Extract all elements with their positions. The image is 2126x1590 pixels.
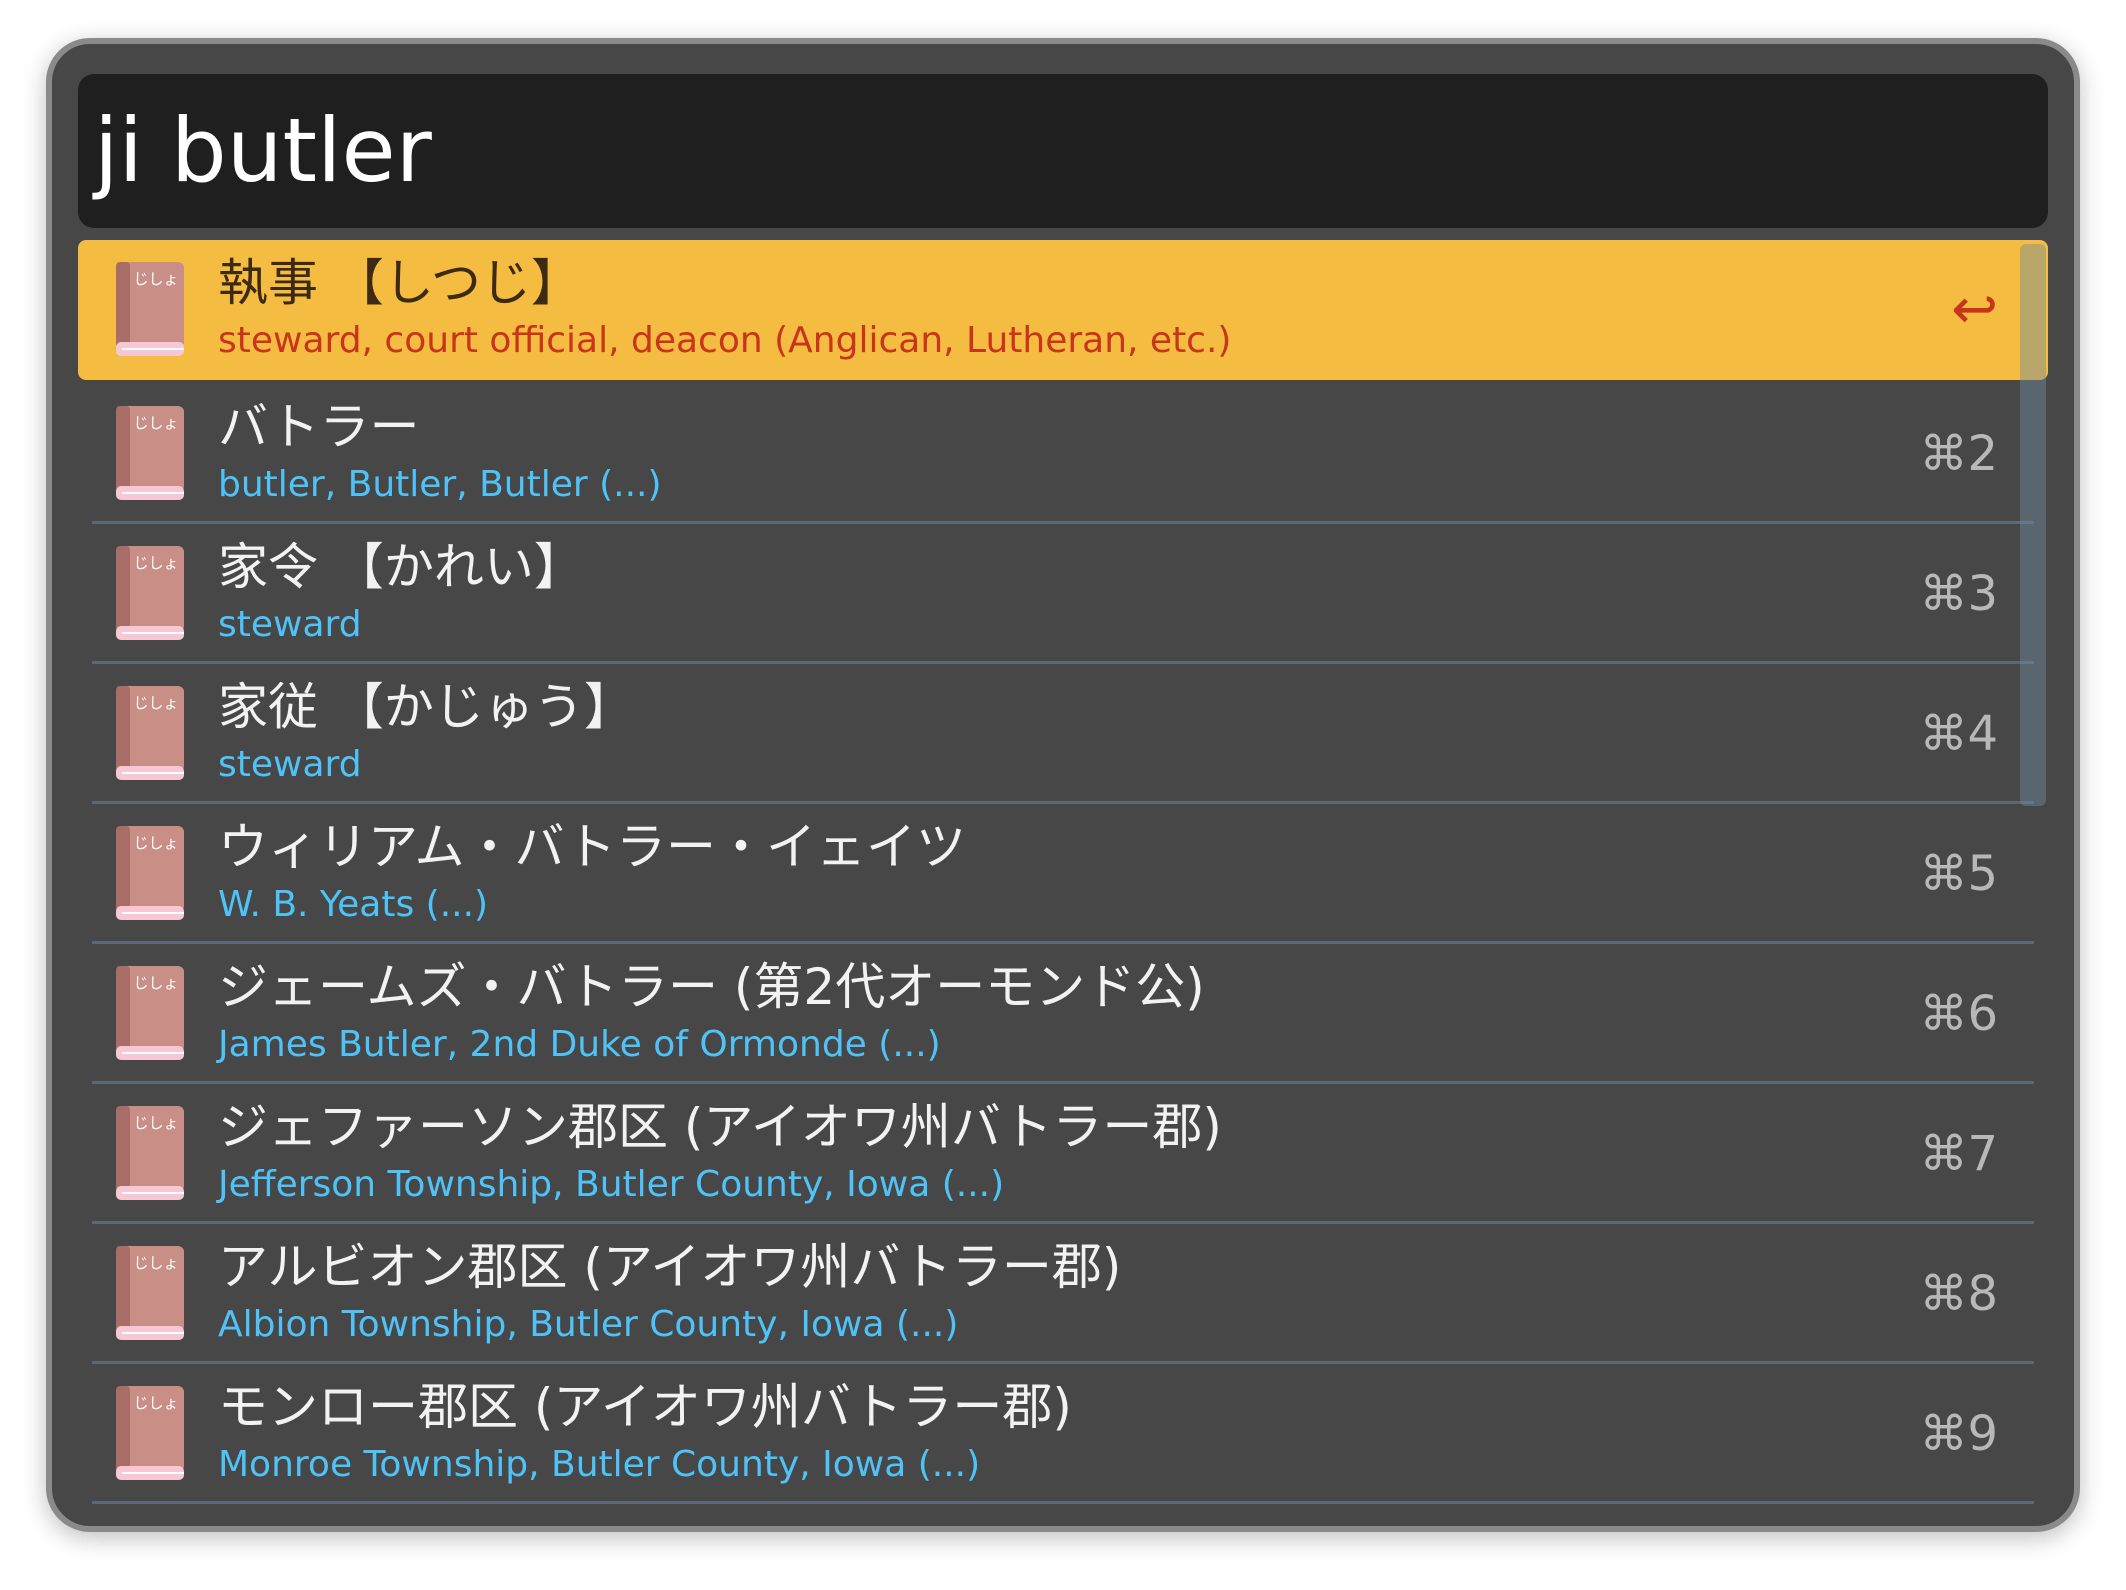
book-label: じしょ [133,270,178,288]
result-title: ジェファーソン郡区 (アイオワ州バトラー郡) [218,1098,1222,1156]
book-label: じしょ [133,1114,178,1132]
result-shortcut: ⌘4 [1919,706,1998,762]
result-shortcut: ⌘3 [1919,566,1998,622]
book-label: じしょ [133,1254,178,1272]
result-shortcut: ⌘2 [1919,426,1998,482]
dictionary-book-icon: じしょ [116,546,184,640]
dictionary-book-icon: じしょ [116,966,184,1060]
result-item-1[interactable]: じしょ 執事 【しつじ】 steward, court official, de… [78,240,2048,380]
result-shortcut: ⌘6 [1919,986,1998,1042]
dictionary-book-icon: じしょ [116,826,184,920]
book-label: じしょ [133,554,178,572]
result-subtitle: Monroe Township, Butler County, Iowa (..… [218,1444,981,1485]
result-shortcut: ⌘5 [1919,846,1998,902]
results-list: じしょ 執事 【しつじ】 steward, court official, de… [78,240,2048,1526]
result-subtitle: Albion Township, Butler County, Iowa (..… [218,1304,959,1345]
result-subtitle: James Butler, 2nd Duke of Ormonde (...) [218,1024,941,1065]
book-label: じしょ [133,694,178,712]
row-divider [92,1501,2034,1504]
result-item-9[interactable]: じしょ モンロー郡区 (アイオワ州バトラー郡) Monroe Township,… [78,1364,2048,1504]
result-item-6[interactable]: じしょ ジェームズ・バトラー (第2代オーモンド公) James Butler,… [78,944,2048,1084]
return-icon: ↩ [1951,277,1998,342]
dictionary-book-icon: じしょ [116,1386,184,1480]
result-title: ジェームズ・バトラー (第2代オーモンド公) [218,958,1205,1016]
result-title: 家従 【かじゅう】 [218,678,634,736]
book-label: じしょ [133,974,178,992]
result-subtitle: butler, Butler, Butler (...) [218,464,662,505]
result-title: アルビオン郡区 (アイオワ州バトラー郡) [218,1238,1122,1296]
book-label: じしょ [133,834,178,852]
dictionary-book-icon: じしょ [116,262,184,356]
result-item-4[interactable]: じしょ 家従 【かじゅう】 steward ⌘4 [78,664,2048,804]
result-item-7[interactable]: じしょ ジェファーソン郡区 (アイオワ州バトラー郡) Jefferson Tow… [78,1084,2048,1224]
result-item-3[interactable]: じしょ 家令 【かれい】 steward ⌘3 [78,524,2048,664]
dictionary-book-icon: じしょ [116,1246,184,1340]
launcher-window: ji butler じしょ 執事 【しつじ】 steward, court of… [46,38,2080,1532]
dictionary-book-icon: じしょ [116,686,184,780]
result-shortcut: ⌘8 [1919,1266,1998,1322]
result-shortcut: ⌘9 [1919,1406,1998,1462]
result-subtitle: steward [218,744,362,785]
result-subtitle: steward [218,604,362,645]
result-title: モンロー郡区 (アイオワ州バトラー郡) [218,1378,1072,1436]
result-subtitle: steward, court official, deacon (Anglica… [218,320,1232,361]
result-title: ウィリアム・バトラー・イェイツ [218,818,966,876]
scrollbar[interactable] [2020,244,2046,806]
result-item-8[interactable]: じしょ アルビオン郡区 (アイオワ州バトラー郡) Albion Township… [78,1224,2048,1364]
result-item-2[interactable]: じしょ バトラー butler, Butler, Butler (...) ⌘2 [78,384,2048,524]
result-title: 家令 【かれい】 [218,538,584,596]
result-shortcut: ⌘7 [1919,1126,1998,1182]
result-title: バトラー [218,398,420,456]
dictionary-book-icon: じしょ [116,1106,184,1200]
book-label: じしょ [133,1394,178,1412]
dictionary-book-icon: じしょ [116,406,184,500]
search-input[interactable]: ji butler [94,74,432,228]
search-box[interactable]: ji butler [78,74,2048,228]
result-subtitle: W. B. Yeats (...) [218,884,489,925]
result-subtitle: Jefferson Township, Butler County, Iowa … [218,1164,1005,1205]
result-title: 執事 【しつじ】 [218,254,581,312]
result-item-5[interactable]: じしょ ウィリアム・バトラー・イェイツ W. B. Yeats (...) ⌘5 [78,804,2048,944]
book-label: じしょ [133,414,178,432]
